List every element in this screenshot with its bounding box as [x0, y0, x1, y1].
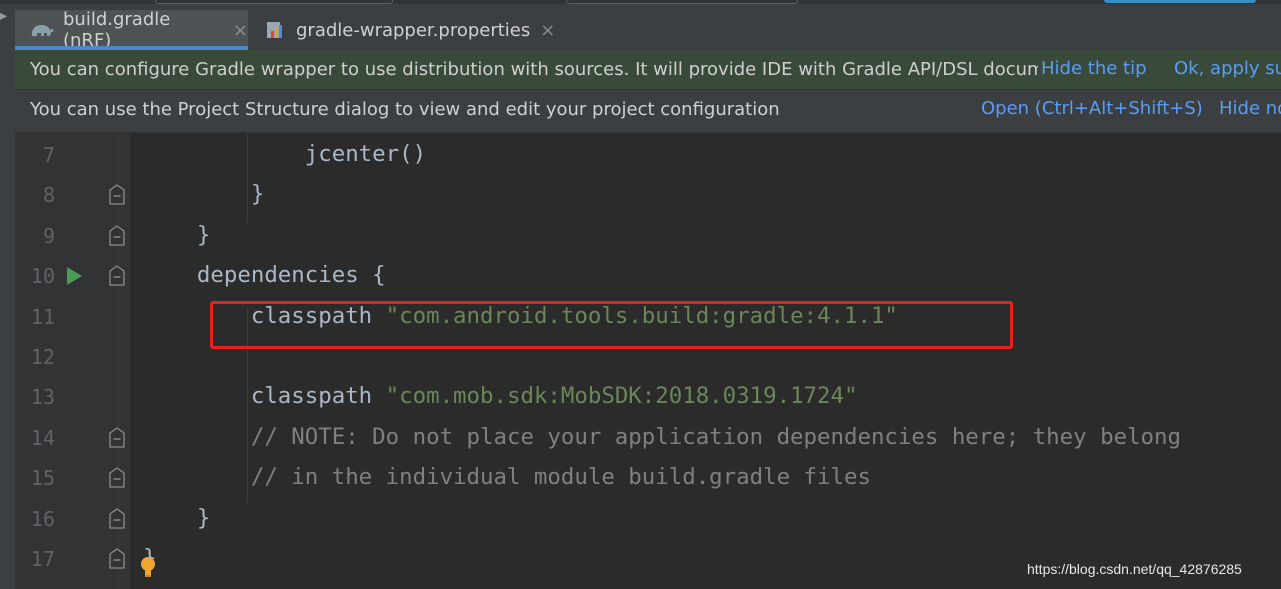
code-token: } — [196, 221, 211, 248]
left-tool-strip — [0, 50, 16, 589]
hide-notification-link[interactable]: Hide notification — [1219, 98, 1281, 119]
code-line: dependencies { — [143, 262, 386, 288]
tab-gradle-wrapper-properties[interactable]: gradle-wrapper.properties × — [248, 10, 558, 50]
code-line: // in the individual module build.gradle… — [143, 464, 871, 490]
code-token: } — [250, 181, 265, 208]
code-token: jcenter() — [304, 141, 427, 167]
code-token: classpath — [250, 383, 386, 410]
code-line: } — [143, 181, 264, 207]
code-token: } — [196, 504, 211, 531]
code-line: } — [143, 505, 210, 531]
tab-label: build.gradle (nRF) — [63, 9, 171, 50]
watermark-url: https://blog.csdn.net/qq_42876285 — [1027, 561, 1242, 577]
toolbar-field-edge[interactable] — [155, 0, 393, 4]
tab-label: gradle-wrapper.properties — [296, 19, 531, 41]
open-project-structure-link[interactable]: Open (Ctrl+Alt+Shift+S) — [981, 98, 1203, 119]
line-number[interactable]: 11 — [15, 305, 55, 329]
code-editor[interactable]: 7 jcenter() 8 } 9 } 10 dependencies { 11 cla… — [15, 133, 1281, 589]
code-token: dependencies { — [196, 262, 386, 289]
code-line: classpath "com.mob.sdk:MobSDK:2018.0319.… — [143, 383, 858, 410]
line-number[interactable]: 12 — [15, 345, 55, 369]
banner-message: You can configure Gradle wrapper to use … — [30, 59, 1038, 80]
fold-toggle-icon[interactable] — [107, 264, 127, 288]
tab-build-gradle[interactable]: build.gradle (nRF) × — [15, 9, 248, 50]
line-number[interactable]: 17 — [15, 547, 55, 571]
close-tab-icon[interactable]: × — [233, 20, 248, 41]
project-structure-banner: You can use the Project Structure dialog… — [15, 90, 1281, 133]
line-number[interactable]: 8 — [15, 183, 55, 207]
line-number[interactable]: 7 — [15, 143, 55, 167]
editor-tab-bar: ▸ build.gradle (nRF) × gradle-wrapper.pr… — [0, 0, 1281, 50]
code-line: jcenter() — [143, 141, 426, 167]
fold-toggle-icon[interactable] — [107, 466, 127, 490]
properties-file-icon — [262, 19, 288, 41]
line-number[interactable]: 9 — [15, 224, 55, 248]
close-tab-icon[interactable]: × — [540, 20, 555, 41]
string-literal: "com.mob.sdk:MobSDK:2018.0319.1724" — [385, 383, 858, 410]
fold-toggle-icon[interactable] — [107, 507, 127, 531]
hide-tip-link[interactable]: Hide the tip — [1041, 58, 1147, 79]
apply-suggestion-link[interactable]: Ok, apply suggestion! — [1174, 58, 1281, 79]
highlight-annotation-box — [210, 301, 1013, 349]
fold-toggle-icon[interactable] — [107, 224, 127, 248]
code-line: } — [143, 222, 210, 248]
comment-text: // NOTE: Do not place your application d… — [250, 423, 1181, 450]
intention-lightbulb-icon[interactable] — [139, 556, 157, 582]
fold-toggle-icon[interactable] — [107, 426, 127, 450]
fold-toggle-icon[interactable] — [107, 183, 127, 207]
toolbar-field-edge[interactable] — [566, 0, 798, 4]
line-number[interactable]: 15 — [15, 466, 55, 490]
line-number[interactable]: 10 — [15, 264, 55, 288]
scroll-tabs-left-icon[interactable]: ▸ — [0, 8, 7, 24]
fold-toggle-icon[interactable] — [107, 547, 127, 571]
banner-message: You can use the Project Structure dialog… — [30, 99, 780, 120]
run-gutter-icon[interactable] — [67, 267, 82, 286]
line-number[interactable]: 13 — [15, 385, 55, 409]
comment-text: // in the individual module build.gradle… — [250, 464, 871, 491]
line-number[interactable]: 16 — [15, 507, 55, 531]
toolbar-blue-button-edge[interactable] — [1104, 0, 1256, 3]
gradle-wrapper-tip-banner: You can configure Gradle wrapper to use … — [15, 50, 1281, 90]
code-line: // NOTE: Do not place your application d… — [143, 424, 1181, 450]
line-number[interactable]: 14 — [15, 426, 55, 450]
gradle-elephant-icon — [29, 19, 55, 41]
